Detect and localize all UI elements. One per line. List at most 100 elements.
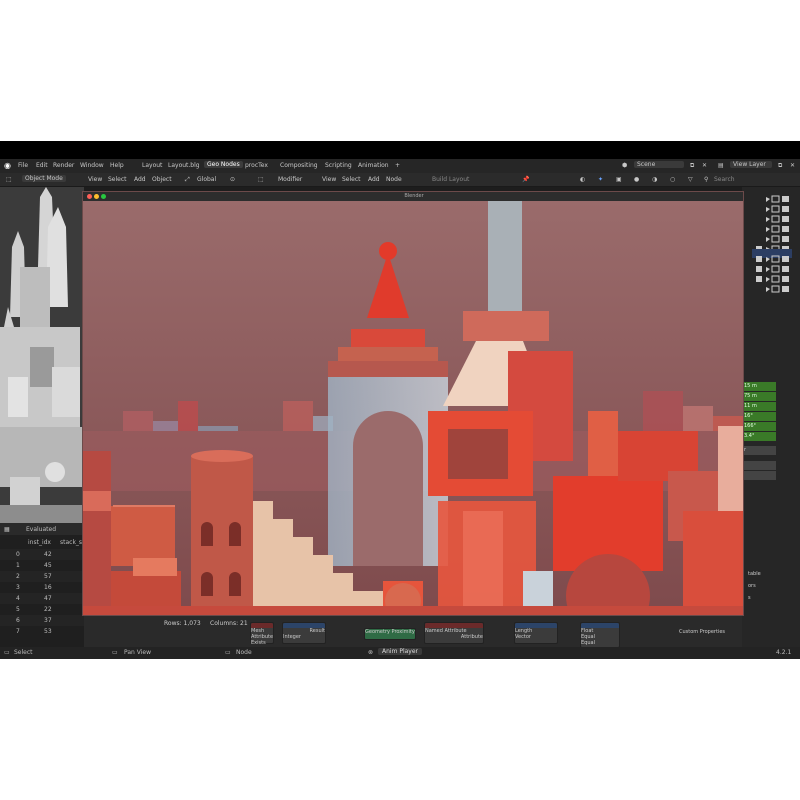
rendered-scene-image xyxy=(83,201,743,615)
table-row: 7 53 xyxy=(0,626,84,637)
pivot-icon[interactable]: ⊙ xyxy=(230,176,235,183)
tab-scripting[interactable]: Scripting xyxy=(325,162,352,169)
anim-player-button[interactable]: Anim Player xyxy=(378,648,422,655)
object-mode-dropdown[interactable]: Object Mode xyxy=(22,175,66,182)
blender-logo-icon[interactable]: ◉ xyxy=(4,161,11,170)
add-workspace-button[interactable]: + xyxy=(395,162,400,169)
property-value[interactable]: 166° xyxy=(742,422,776,431)
evaluated-dropdown[interactable]: Evaluated xyxy=(26,526,56,533)
table-row: 4 47 xyxy=(0,593,84,604)
pin-icon[interactable]: 📌 xyxy=(522,176,529,183)
tab-layout-blg[interactable]: Layout.blg xyxy=(168,162,200,169)
menu-window[interactable]: Window xyxy=(80,162,104,169)
outliner-row[interactable] xyxy=(752,219,792,233)
spreadsheet-header: ▦ Evaluated xyxy=(0,523,84,535)
outliner-row[interactable] xyxy=(752,269,792,283)
property-field[interactable] xyxy=(742,461,776,470)
close-icon[interactable]: ⊗ xyxy=(368,649,373,656)
gizmo-icon[interactable]: ✦ xyxy=(598,176,603,183)
menu-help[interactable]: Help xyxy=(110,162,124,169)
outliner-row[interactable] xyxy=(752,229,792,243)
mouse-left-icon: ▭ xyxy=(4,649,10,656)
close-icon[interactable]: ✕ xyxy=(790,162,795,169)
close-window-icon[interactable] xyxy=(87,194,92,199)
editor-type-icon[interactable]: ⬚ xyxy=(6,176,12,183)
maximize-window-icon[interactable] xyxy=(101,194,106,199)
property-field[interactable]: r xyxy=(742,446,776,455)
row-index: 3 xyxy=(16,584,20,591)
tab-proctex[interactable]: procTex xyxy=(245,162,268,169)
top-black-bar xyxy=(0,141,800,159)
menu-file[interactable]: File xyxy=(18,162,28,169)
node[interactable]: Mesh Attribute Exists xyxy=(250,622,274,646)
menu-add[interactable]: Add xyxy=(134,176,146,183)
shading-solid-icon[interactable]: ● xyxy=(634,176,639,183)
custom-properties-panel[interactable]: Custom Properties xyxy=(679,629,725,635)
property-value[interactable]: 16° xyxy=(742,412,776,421)
shading-material-icon[interactable]: ◑ xyxy=(652,176,657,183)
property-label: s xyxy=(748,595,751,601)
scene-selector[interactable]: Scene xyxy=(634,161,684,168)
menu-select-node[interactable]: Select xyxy=(342,176,361,183)
tab-animation[interactable]: Animation xyxy=(358,162,389,169)
property-value[interactable]: 75 m xyxy=(742,392,776,401)
tab-layout[interactable]: Layout xyxy=(142,162,162,169)
spreadsheet-icon: ▦ xyxy=(4,526,10,533)
row-index: 2 xyxy=(16,573,20,580)
outliner-row[interactable] xyxy=(752,239,792,253)
render-window[interactable]: Blender xyxy=(82,191,744,616)
compare-node[interactable]: Float Equal Equal xyxy=(580,622,620,648)
property-value[interactable]: 11 m xyxy=(742,402,776,411)
shading-render-icon[interactable]: ○ xyxy=(670,176,675,183)
orientation-dropdown[interactable]: Global xyxy=(197,176,216,183)
menu-render[interactable]: Render xyxy=(53,162,74,169)
menu-object[interactable]: Object xyxy=(152,176,172,183)
filter-icon[interactable]: ▽ xyxy=(688,176,693,183)
copy-icon[interactable]: ⧉ xyxy=(690,162,694,170)
close-icon[interactable]: ✕ xyxy=(702,162,707,169)
outliner-row[interactable] xyxy=(752,279,792,293)
build-layout-label[interactable]: Build Layout xyxy=(432,176,469,183)
cell: 45 xyxy=(44,562,52,569)
node-label: Vector xyxy=(515,634,531,640)
column-header[interactable]: stack_s xyxy=(60,539,82,546)
outliner-row-selected[interactable] xyxy=(752,249,792,263)
named-attribute-node[interactable]: Named Attribute Attribute xyxy=(424,622,484,644)
tab-compositing[interactable]: Compositing xyxy=(280,162,318,169)
rows-count: Rows: 1,073 xyxy=(164,620,201,627)
viewport-3d[interactable] xyxy=(0,187,84,523)
spreadsheet: ▦ Evaluated inst_idx stack_s 0 42 1 45 2 57… xyxy=(0,523,84,653)
menu-select[interactable]: Select xyxy=(108,176,127,183)
overlay-icon[interactable]: ◐ xyxy=(580,176,585,183)
node-label: Equal xyxy=(581,640,595,646)
copy-icon[interactable]: ⧉ xyxy=(778,162,782,170)
menu-edit[interactable]: Edit xyxy=(36,162,48,169)
property-value[interactable]: 3.4° xyxy=(742,432,776,441)
status-bar: ▭ Select ▭ Pan View ▭ Node ⊗ Anim Player… xyxy=(0,647,800,659)
node-editor-icon[interactable]: ⬚ xyxy=(258,176,264,183)
node[interactable]: Result Integer xyxy=(282,622,326,644)
view-layer-selector[interactable]: View Layer xyxy=(730,161,772,168)
column-header[interactable]: inst_idx xyxy=(28,539,51,546)
outliner-row[interactable] xyxy=(752,259,792,273)
cell: 57 xyxy=(44,573,52,580)
outliner-row[interactable] xyxy=(752,209,792,223)
row-index: 0 xyxy=(16,551,20,558)
modifier-dropdown[interactable]: Modifier xyxy=(278,176,302,183)
row-index: 4 xyxy=(16,595,20,602)
property-value[interactable]: 15 m xyxy=(742,382,776,391)
geometry-proximity-node[interactable]: Geometry Proximity xyxy=(364,628,416,640)
minimize-window-icon[interactable] xyxy=(94,194,99,199)
xray-icon[interactable]: ▣ xyxy=(616,176,622,183)
vector-math-node[interactable]: Length Vector xyxy=(514,622,558,644)
menu-view-node[interactable]: View xyxy=(322,176,336,183)
transform-orientation-icon: ⤢ xyxy=(185,176,190,183)
property-field[interactable] xyxy=(742,471,776,480)
outliner-row[interactable] xyxy=(752,189,792,203)
tab-geo-nodes[interactable]: Geo Nodes xyxy=(204,161,243,168)
menu-node[interactable]: Node xyxy=(386,176,402,183)
outliner-row[interactable] xyxy=(752,199,792,213)
search-input[interactable]: Search xyxy=(714,176,735,183)
menu-view[interactable]: View xyxy=(88,176,102,183)
menu-add-node[interactable]: Add xyxy=(368,176,380,183)
